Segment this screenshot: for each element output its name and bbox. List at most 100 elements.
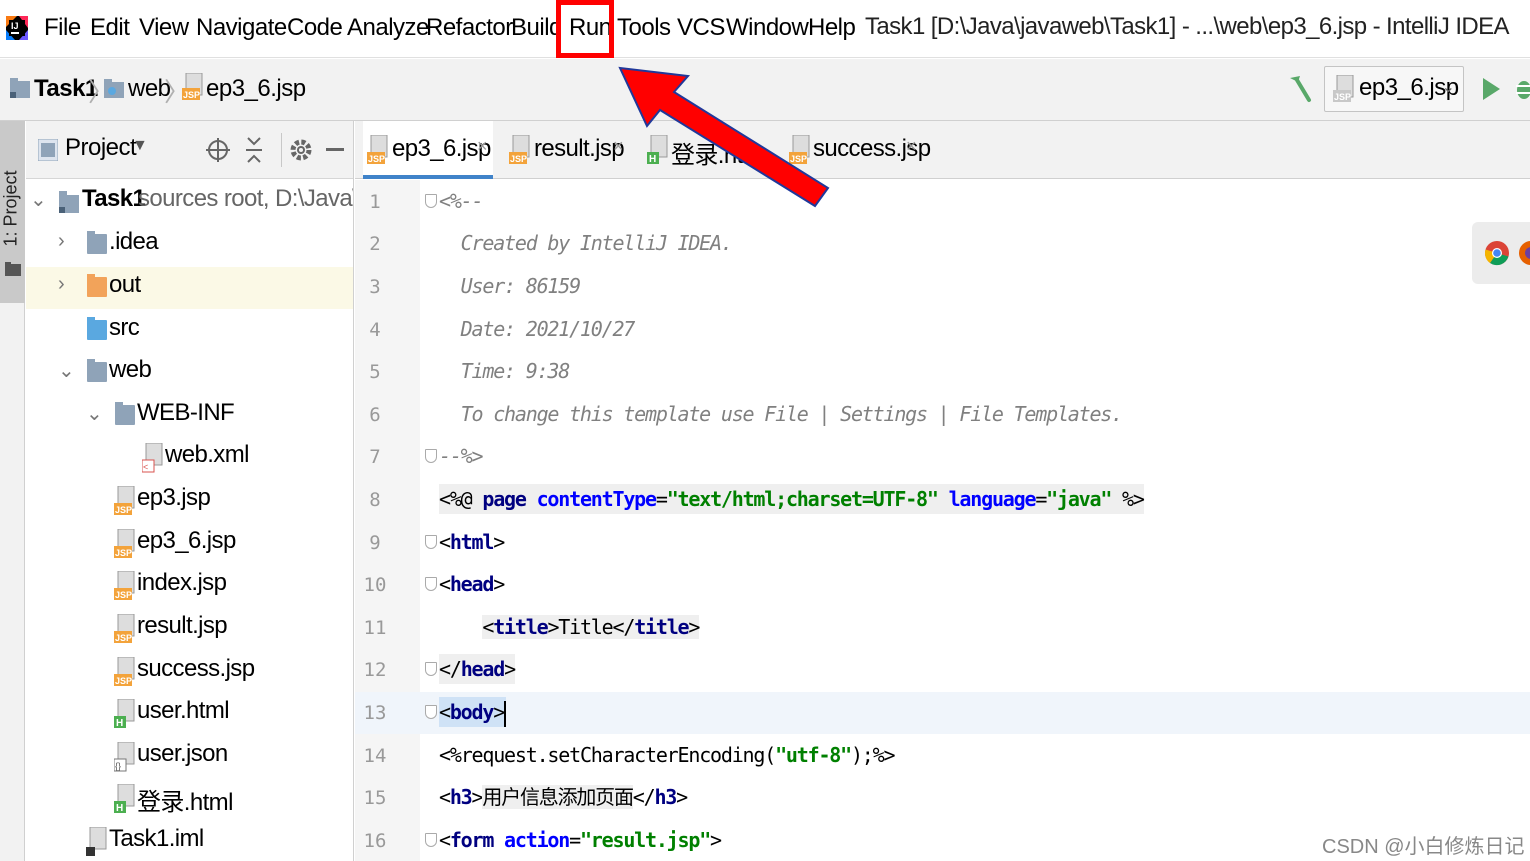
code-token: title [634, 615, 689, 639]
menu-file[interactable]: File [44, 12, 81, 44]
chevron-down-icon[interactable]: ⌄ [30, 187, 47, 212]
chrome-browser-icon[interactable] [1484, 240, 1510, 266]
code-token: > [493, 700, 505, 724]
code-line-10: <head> [439, 569, 505, 599]
code-editor[interactable]: 1 2 3 4 5 6 7 8 9 10 11 12 13 14 15 16 <… [355, 180, 1530, 861]
jsp-file-icon: JSP [114, 486, 135, 515]
fold-marker-icon[interactable] [425, 833, 437, 847]
code-token: < [439, 572, 451, 596]
code-token: h3 [449, 785, 473, 809]
line-number: 2 [369, 233, 381, 255]
jsp-file-icon: JSP [114, 571, 135, 600]
tree-item-user-json[interactable]: {} user.json [26, 736, 353, 778]
run-play-icon[interactable] [1480, 76, 1502, 102]
tree-item-login-html[interactable]: H 登录.html [26, 778, 353, 820]
menu-vcs[interactable]: VCS [677, 12, 725, 44]
svg-text:JSP: JSP [115, 505, 132, 515]
code-token: > [710, 828, 722, 852]
gear-icon[interactable] [288, 137, 314, 163]
code-token: page [482, 487, 537, 511]
svg-text:H: H [116, 718, 123, 729]
menu-build[interactable]: Build [511, 12, 562, 44]
code-line-13: <body> [439, 697, 507, 727]
code-token: < [439, 530, 451, 554]
tab-ep3-6-jsp[interactable]: JSP ep3_6.jsp × [363, 121, 493, 179]
tree-item-index-jsp[interactable]: JSP index.jsp [26, 565, 353, 607]
line-number: 9 [369, 532, 381, 554]
fold-marker-icon[interactable] [425, 449, 437, 463]
close-icon[interactable]: × [477, 136, 488, 157]
code-line-5: Time: 9:38 [439, 359, 571, 383]
close-icon[interactable]: × [906, 136, 917, 157]
tree-item-result-jsp[interactable]: JSP result.jsp [26, 608, 353, 650]
svg-text:IJ: IJ [11, 21, 19, 31]
code-token: </ [632, 785, 656, 809]
chevron-right-icon[interactable]: › [58, 273, 65, 296]
line-number: 5 [369, 361, 381, 383]
menu-refactor[interactable]: Refactor [426, 12, 513, 44]
jsp-file-icon: JSP [182, 73, 203, 100]
chevron-down-icon[interactable]: ⌄ [86, 401, 103, 426]
tree-item-ep3-6-jsp[interactable]: JSP ep3_6.jsp [26, 523, 353, 565]
tree-item-src[interactable]: src [26, 310, 353, 352]
code-token: request.setCharacterEncoding( [460, 743, 777, 767]
menu-analyze[interactable]: Analyze [347, 12, 429, 44]
line-number: 1 [369, 191, 381, 213]
svg-text:JSP: JSP [115, 590, 132, 600]
svg-text:H: H [116, 803, 123, 814]
code-token: < [439, 828, 451, 852]
fold-marker-icon[interactable] [425, 535, 437, 549]
code-token: > [504, 657, 516, 681]
tree-item-success-jsp[interactable]: JSP success.jsp [26, 651, 353, 693]
code-line-11: <title>Title</title> [439, 612, 700, 642]
tree-item-label: result.jsp [137, 612, 228, 639]
firefox-browser-icon[interactable] [1518, 240, 1530, 266]
tree-item-task1-iml[interactable]: Task1.iml [26, 821, 353, 861]
debug-bug-icon[interactable] [1512, 76, 1530, 102]
run-configuration-dropdown[interactable]: JSP ep3_6.jsp ⌄ [1324, 66, 1464, 112]
code-token: h3 [654, 785, 677, 809]
menu-window[interactable]: Window [726, 12, 809, 44]
tree-item-user-html[interactable]: H user.html [26, 693, 353, 735]
fold-marker-icon[interactable] [425, 662, 437, 676]
menu-help[interactable]: Help [808, 12, 856, 44]
menu-tools[interactable]: Tools [617, 12, 671, 44]
web-folder-icon [104, 79, 124, 98]
project-tool-window-tab[interactable]: 1: Project [0, 121, 25, 303]
chevron-right-icon[interactable]: › [58, 230, 65, 253]
fold-marker-icon[interactable] [425, 705, 437, 719]
code-token: <% [439, 743, 462, 767]
svg-text:JSP: JSP [115, 633, 132, 643]
locate-target-icon[interactable] [206, 137, 230, 163]
project-view-selector[interactable]: Project [65, 134, 137, 162]
breadcrumb-file[interactable]: ep3_6.jsp [206, 73, 306, 105]
caret-down-icon[interactable]: ▼ [132, 137, 148, 155]
fold-marker-icon[interactable] [425, 194, 437, 208]
menu-edit[interactable]: Edit [90, 12, 130, 44]
code-token: form [449, 828, 495, 852]
folder-orange-icon [87, 274, 107, 297]
menu-navigate[interactable]: Navigate [196, 12, 287, 44]
fold-marker-icon[interactable] [425, 577, 437, 591]
tree-item-task1[interactable]: ⌄ Task1 sources root, D:\Java\javav [26, 181, 353, 223]
menu-code[interactable]: Code [287, 12, 343, 44]
code-line-1: <%-- [439, 189, 484, 213]
code-line-7: --%> [439, 444, 484, 468]
code-token: </ [612, 615, 636, 639]
line-number: 4 [369, 319, 381, 341]
build-hammer-icon[interactable] [1286, 74, 1312, 104]
code-token: Title [558, 615, 613, 639]
jsp-file-icon: JSP [509, 135, 530, 164]
collapse-all-icon[interactable] [244, 136, 264, 164]
minimize-icon[interactable] [326, 147, 346, 153]
code-token: < [482, 615, 494, 639]
tree-item-ep3-jsp[interactable]: JSP ep3.jsp [26, 480, 353, 522]
tree-item-web-xml[interactable]: < web.xml [26, 437, 353, 479]
tree-item-idea[interactable]: › .idea [26, 224, 353, 266]
tree-item-out[interactable]: › out [26, 267, 353, 309]
chevron-down-icon[interactable]: ⌄ [58, 358, 75, 383]
tree-item-web[interactable]: ⌄ web [26, 352, 353, 394]
code-token: > [493, 572, 505, 596]
menu-view[interactable]: View [139, 12, 189, 44]
tree-item-web-inf[interactable]: ⌄ WEB-INF [26, 395, 353, 437]
